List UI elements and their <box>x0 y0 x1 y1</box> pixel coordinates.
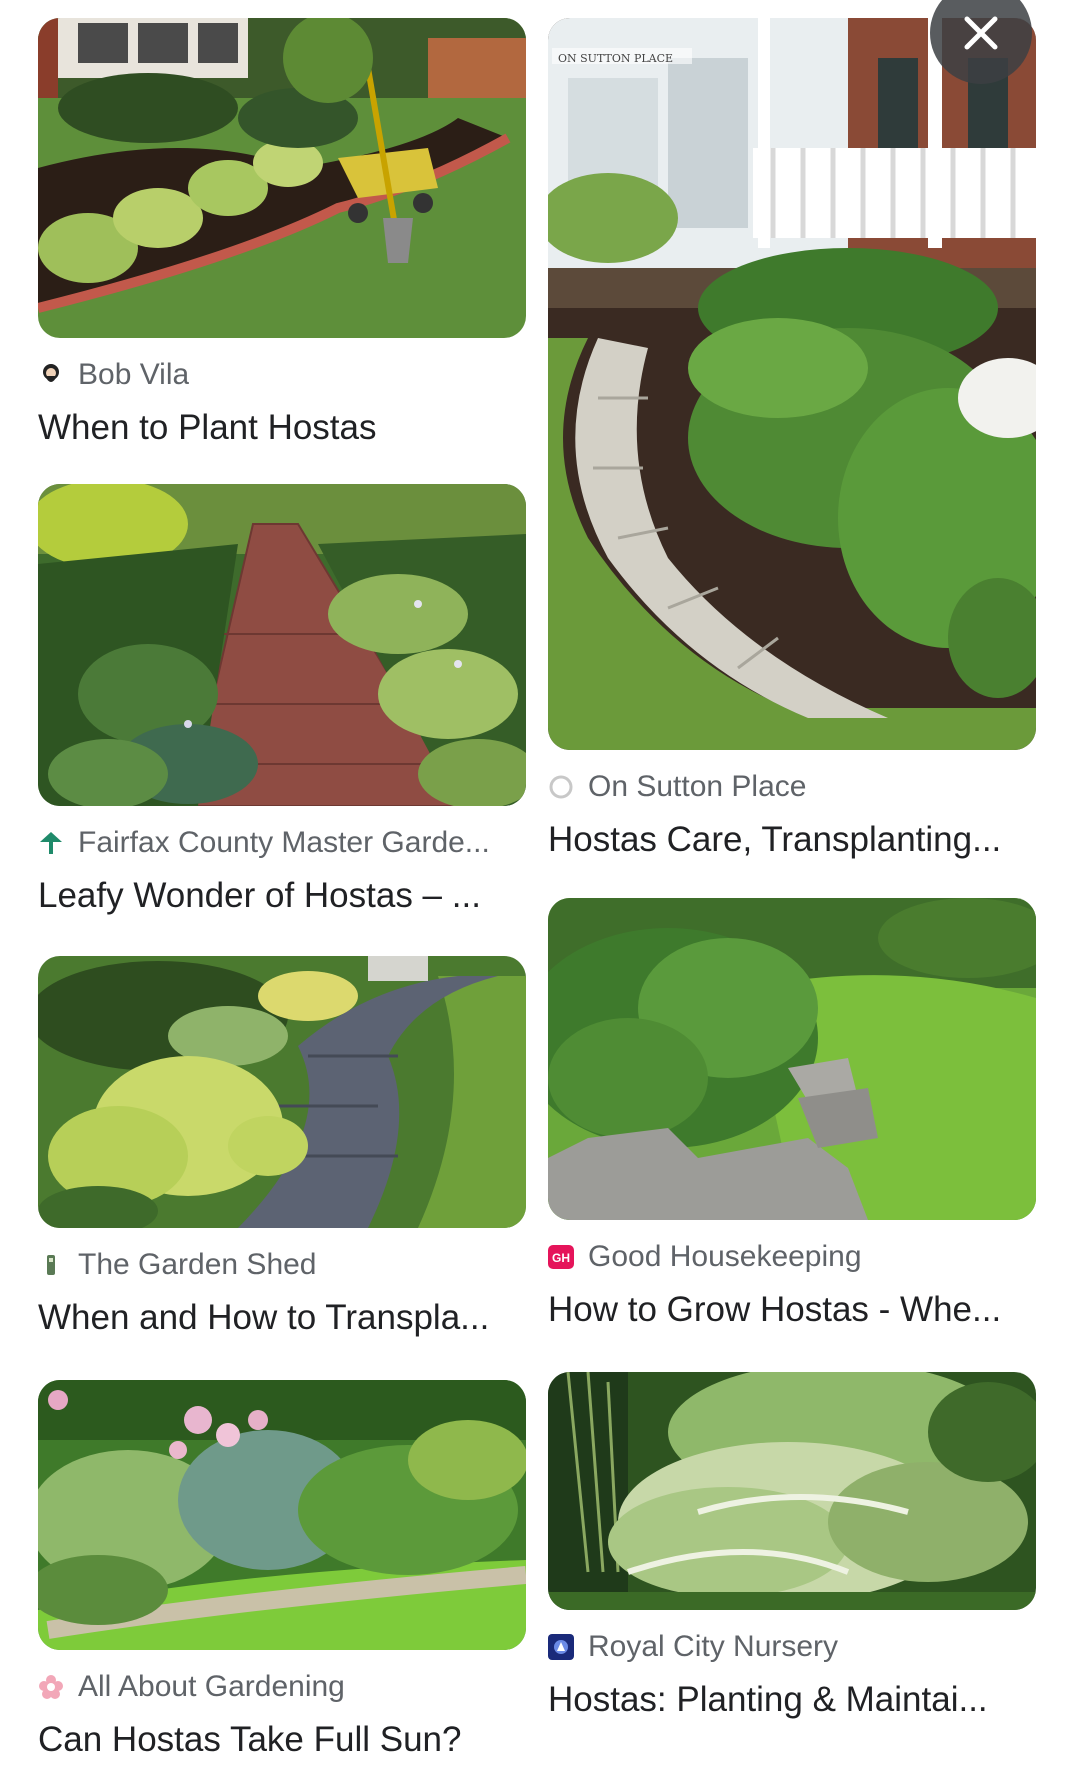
result-thumbnail[interactable] <box>38 484 526 806</box>
watermark-text: ON SUTTON PLACE <box>558 52 673 65</box>
result-card-on-sutton-place[interactable]: ON SUTTON PLACE On Sutton Place Hostas C… <box>548 18 1036 862</box>
result-thumbnail[interactable] <box>38 956 526 1228</box>
result-title[interactable]: When to Plant Hostas <box>38 406 526 450</box>
gh-logo-icon: GH <box>548 1244 574 1270</box>
result-source-name: Bob Vila <box>78 358 190 391</box>
result-thumbnail[interactable]: ON SUTTON PLACE <box>548 18 1036 750</box>
result-card-good-housekeeping[interactable]: GH Good Housekeeping How to Grow Hostas … <box>548 898 1036 1332</box>
image-results-page: Bob Vila When to Plant Hostas Fairfax Co… <box>0 0 1076 1775</box>
result-source-name: The Garden Shed <box>78 1248 317 1281</box>
result-card-royal-city-nursery[interactable]: Royal City Nursery Hostas: Planting & Ma… <box>548 1372 1036 1722</box>
result-source-name: Good Housekeeping <box>588 1240 862 1273</box>
result-title[interactable]: Leafy Wonder of Hostas – ... <box>38 874 526 918</box>
shed-icon <box>38 1252 64 1278</box>
tree-icon <box>38 830 64 856</box>
bearded-man-icon <box>38 362 64 388</box>
circle-logo-icon <box>548 774 574 800</box>
result-source: The Garden Shed <box>38 1248 526 1282</box>
result-source: Bob Vila <box>38 358 526 392</box>
result-card-fairfax[interactable]: Fairfax County Master Garde... Leafy Won… <box>38 484 526 918</box>
result-card-all-about-gardening[interactable]: All About Gardening Can Hostas Take Full… <box>38 1380 526 1762</box>
result-source-name: Royal City Nursery <box>588 1630 839 1663</box>
result-title[interactable]: Can Hostas Take Full Sun? <box>38 1718 526 1762</box>
results-column-right: ON SUTTON PLACE On Sutton Place Hostas C… <box>548 18 1036 1722</box>
result-source: All About Gardening <box>38 1670 526 1704</box>
result-thumbnail[interactable] <box>38 1380 526 1650</box>
result-source: GH Good Housekeeping <box>548 1240 1036 1274</box>
result-thumbnail[interactable] <box>38 18 526 338</box>
result-title[interactable]: Hostas Care, Transplanting... <box>548 818 1036 862</box>
gh-badge-text: GH <box>552 1251 570 1265</box>
close-icon <box>964 16 998 50</box>
result-title[interactable]: How to Grow Hostas - Whe... <box>548 1288 1036 1332</box>
result-source-name: All About Gardening <box>78 1670 345 1703</box>
flower-icon <box>38 1674 64 1700</box>
result-card-garden-shed[interactable]: The Garden Shed When and How to Transpla… <box>38 956 526 1340</box>
result-source: On Sutton Place <box>548 770 1036 804</box>
result-source: Fairfax County Master Garde... <box>38 826 526 860</box>
result-title[interactable]: When and How to Transpla... <box>38 1296 526 1340</box>
result-source-name: On Sutton Place <box>588 770 807 803</box>
result-title[interactable]: Hostas: Planting & Maintai... <box>548 1678 1036 1722</box>
result-thumbnail[interactable] <box>548 898 1036 1220</box>
result-thumbnail[interactable] <box>548 1372 1036 1610</box>
nursery-logo-icon <box>548 1634 574 1660</box>
results-column-left: Bob Vila When to Plant Hostas Fairfax Co… <box>38 18 526 1762</box>
result-source: Royal City Nursery <box>548 1630 1036 1664</box>
result-source-name: Fairfax County Master Garde... <box>78 826 490 859</box>
result-card-bob-vila[interactable]: Bob Vila When to Plant Hostas <box>38 18 526 450</box>
